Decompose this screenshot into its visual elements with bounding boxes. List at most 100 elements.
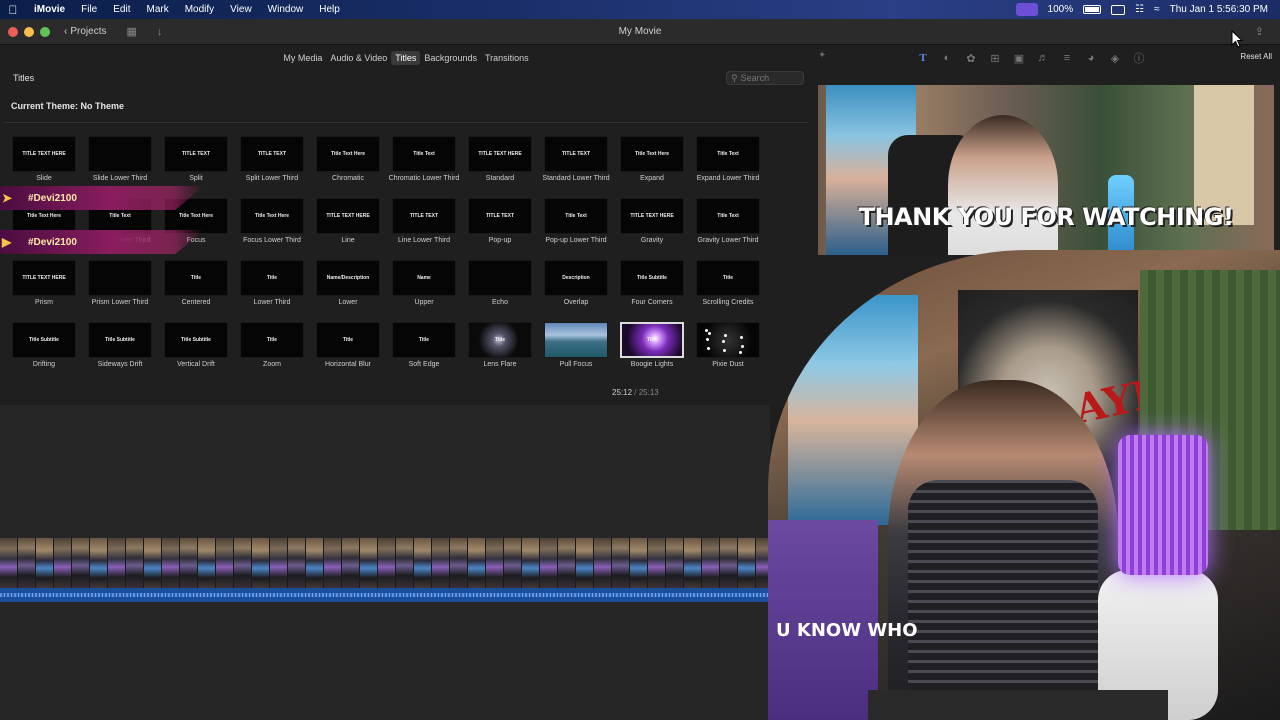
- title-label: Vertical Drift: [177, 361, 215, 368]
- title-tile-pop-up-lower-third[interactable]: Title Text Pop-up Lower Third: [538, 198, 614, 260]
- title-tile-prism-lower-third[interactable]: Prism Lower Third: [82, 260, 158, 322]
- title-tile-pixie-dust[interactable]: Pixie Dust: [690, 322, 766, 384]
- title-tile-zoom[interactable]: Title Zoom: [234, 322, 310, 384]
- screen-record-icon[interactable]: [1015, 3, 1038, 16]
- import-icon[interactable]: ↓: [157, 26, 163, 38]
- apple-icon[interactable]: : [0, 3, 26, 17]
- titles-grid: TITLE TEXT HERE Slide Slide Lower Third TIT…: [6, 136, 766, 384]
- title-tile-lower-third[interactable]: Title Lower Third: [234, 260, 310, 322]
- menu-app-name[interactable]: iMovie: [26, 4, 73, 15]
- title-thumbnail: Description: [544, 260, 608, 296]
- minimize-window-button[interactable]: [24, 26, 34, 37]
- title-label: Slide: [36, 175, 52, 182]
- title-text-overlay: THANK YOU FOR WATCHING!: [858, 203, 1234, 231]
- video-preview[interactable]: THANK YOU FOR WATCHING!: [818, 85, 1274, 255]
- title-thumbnail: TITLE TEXT HERE: [316, 198, 380, 234]
- thumbnail-text: TITLE TEXT: [485, 213, 515, 219]
- menu-view[interactable]: View: [222, 4, 260, 15]
- title-tile-sideways-drift[interactable]: Title Subtitle Sideways Drift: [82, 322, 158, 384]
- menu-edit[interactable]: Edit: [105, 4, 138, 15]
- title-tile-soft-edge[interactable]: Title Soft Edge: [386, 322, 462, 384]
- menu-clock[interactable]: Thu Jan 1 5:56:30 PM: [1170, 4, 1268, 15]
- title-tile-focus-lower-third[interactable]: Title Text Here Focus Lower Third: [234, 198, 310, 260]
- title-tile-echo[interactable]: Echo: [462, 260, 538, 322]
- tab-my-media[interactable]: My Media: [279, 51, 326, 65]
- menu-help[interactable]: Help: [311, 4, 348, 15]
- crop-icon[interactable]: ⊞: [988, 52, 1002, 65]
- tab-transitions[interactable]: Transitions: [481, 51, 533, 65]
- title-label: Four Corners: [631, 299, 673, 306]
- title-tile-overlap[interactable]: Description Overlap: [538, 260, 614, 322]
- title-tile-gravity[interactable]: TITLE TEXT HERE Gravity: [614, 198, 690, 260]
- thumbnail-text: Title Text Here: [179, 213, 213, 219]
- speed-icon[interactable]: ◕: [1084, 52, 1098, 64]
- search-field[interactable]: ⚲: [726, 71, 804, 85]
- content-browser: My Media Audio & Video Titles Background…: [0, 45, 812, 405]
- fullscreen-window-button[interactable]: [40, 26, 50, 37]
- menu-window[interactable]: Window: [260, 4, 312, 15]
- title-tile-prism[interactable]: TITLE TEXT HERE Prism: [6, 260, 82, 322]
- title-tile-gravity-lower-third[interactable]: Title Text Gravity Lower Third: [690, 198, 766, 260]
- title-tile-pop-up[interactable]: TITLE TEXT Pop-up: [462, 198, 538, 260]
- close-window-button[interactable]: [8, 26, 18, 37]
- tab-backgrounds[interactable]: Backgrounds: [420, 51, 481, 65]
- title-thumbnail: TITLE TEXT: [468, 198, 532, 234]
- tab-audio-video[interactable]: Audio & Video: [326, 51, 391, 65]
- volume-icon[interactable]: ♬: [1036, 52, 1050, 64]
- title-tile-standard[interactable]: TITLE TEXT HERE Standard: [462, 136, 538, 198]
- color-correction-icon[interactable]: ✿: [964, 52, 978, 65]
- title-tile-scrolling-credits[interactable]: Title Scrolling Credits: [690, 260, 766, 322]
- search-input[interactable]: [740, 73, 797, 83]
- title-label: Split: [189, 175, 203, 182]
- display-icon[interactable]: [1111, 4, 1126, 15]
- title-tile-centered[interactable]: Title Centered: [158, 260, 234, 322]
- title-tile-drifting[interactable]: Title Subtitle Drifting: [6, 322, 82, 384]
- video-clip-filmstrip[interactable]: [0, 538, 770, 588]
- battery-percent: 100%: [1047, 4, 1074, 15]
- info-icon[interactable]: ⓘ: [1132, 50, 1146, 66]
- color-balance-icon[interactable]: ◐: [940, 52, 954, 64]
- title-tile-lower[interactable]: Name/Description Lower: [310, 260, 386, 322]
- title-tile-boogie-lights[interactable]: Title Boogie Lights: [614, 322, 690, 384]
- title-tile-pull-focus[interactable]: Pull Focus: [538, 322, 614, 384]
- noise-reduction-icon[interactable]: ◈: [1108, 52, 1122, 65]
- title-tile-horizontal-blur[interactable]: Title Horizontal Blur: [310, 322, 386, 384]
- title-tile-expand[interactable]: Title Text Here Expand: [614, 136, 690, 198]
- title-tile-expand-lower-third[interactable]: Title Text Expand Lower Third: [690, 136, 766, 198]
- share-icon[interactable]: ⇪: [1255, 25, 1264, 38]
- webcam-shirt: [908, 480, 1098, 720]
- clip-frame: [576, 538, 594, 588]
- audio-waveform[interactable]: [0, 588, 770, 602]
- twitter-handle-overlay: ➤ #Devi2100: [0, 186, 204, 210]
- title-tile-lens-flare[interactable]: Title Lens Flare: [462, 322, 538, 384]
- title-tile-chromatic-lower-third[interactable]: Title Text Chromatic Lower Third: [386, 136, 462, 198]
- equalizer-icon[interactable]: ≡: [1060, 52, 1074, 64]
- projects-button[interactable]: ‹ Projects: [64, 26, 106, 37]
- clip-frame: [54, 538, 72, 588]
- timeline[interactable]: [0, 405, 770, 720]
- title-thumbnail: [468, 260, 532, 296]
- title-tile-line[interactable]: TITLE TEXT HERE Line: [310, 198, 386, 260]
- title-text-icon[interactable]: T: [916, 52, 930, 64]
- battery-icon[interactable]: [1083, 5, 1102, 14]
- menu-mark[interactable]: Mark: [138, 4, 176, 15]
- title-tile-upper[interactable]: Name Upper: [386, 260, 462, 322]
- tab-titles[interactable]: Titles: [391, 51, 421, 65]
- stabilization-icon[interactable]: ▣: [1012, 52, 1026, 65]
- menu-modify[interactable]: Modify: [177, 4, 222, 15]
- title-label: Chromatic: [332, 175, 364, 182]
- title-tile-vertical-drift[interactable]: Title Subtitle Vertical Drift: [158, 322, 234, 384]
- media-browser-toggle-icon[interactable]: ▦: [126, 25, 136, 38]
- title-label: Focus Lower Third: [243, 237, 301, 244]
- title-tile-four-corners[interactable]: Title Subtitle Four Corners: [614, 260, 690, 322]
- reset-all-button[interactable]: Reset All: [1240, 52, 1272, 61]
- menu-file[interactable]: File: [73, 4, 105, 15]
- title-tile-line-lower-third[interactable]: TITLE TEXT Line Lower Third: [386, 198, 462, 260]
- title-tile-standard-lower-third[interactable]: TITLE TEXT Standard Lower Third: [538, 136, 614, 198]
- control-center-icon[interactable]: ☷: [1135, 4, 1144, 15]
- title-thumbnail: TITLE TEXT: [240, 136, 304, 172]
- wifi-icon[interactable]: ≈: [1154, 4, 1160, 15]
- title-thumbnail: [88, 260, 152, 296]
- title-tile-chromatic[interactable]: Title Text Here Chromatic: [310, 136, 386, 198]
- title-tile-split-lower-third[interactable]: TITLE TEXT Split Lower Third: [234, 136, 310, 198]
